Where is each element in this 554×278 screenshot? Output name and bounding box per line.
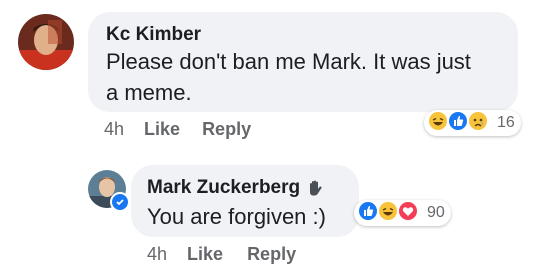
reply-actions: 4h Like Reply (147, 244, 296, 265)
reply-button[interactable]: Reply (202, 119, 251, 140)
comment-actions: 4h Like Reply (104, 119, 251, 140)
verified-icon (110, 192, 130, 212)
reply-button[interactable]: Reply (247, 244, 296, 265)
love-icon (397, 200, 423, 226)
like-button[interactable]: Like (144, 119, 180, 140)
sad-icon (467, 110, 493, 136)
reply-timestamp[interactable]: 4h (147, 244, 167, 265)
reaction-count: 90 (427, 204, 445, 221)
avatar[interactable] (18, 14, 74, 70)
comment-text-line: a meme. (106, 80, 192, 105)
reply-author: Mark Zuckerberg (147, 177, 324, 199)
reply-author-name[interactable]: Mark Zuckerberg (147, 177, 300, 199)
reply-bubble: Mark Zuckerberg You are forgiven :) (131, 165, 359, 237)
comment-timestamp[interactable]: 4h (104, 119, 124, 140)
comment-text-line: Please don't ban me Mark. It was just (106, 49, 471, 74)
like-button[interactable]: Like (187, 244, 223, 265)
avatar[interactable] (88, 170, 130, 212)
comment-bubble: Kc Kimber Please don't ban me Mark. It w… (88, 12, 518, 112)
wave-icon (306, 179, 324, 197)
comment-author[interactable]: Kc Kimber (106, 24, 201, 46)
reply-text: You are forgiven :) (147, 204, 326, 229)
reaction-summary[interactable]: 16 (424, 110, 521, 136)
comment-text: Please don't ban me Mark. It was just a … (106, 46, 471, 108)
reaction-count: 16 (497, 114, 515, 131)
reaction-summary[interactable]: 90 (354, 200, 451, 226)
